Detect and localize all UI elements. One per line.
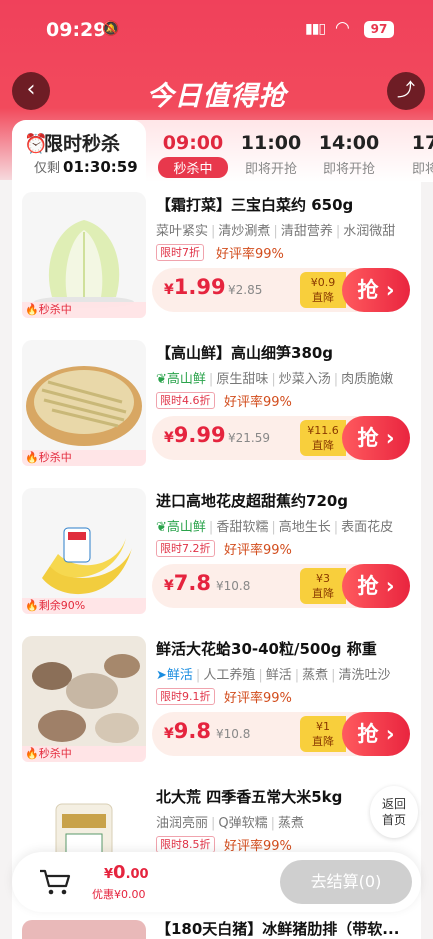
price: ¥9.99 <box>164 423 226 447</box>
flash-title: 限时秒杀 <box>44 133 121 155</box>
feature-tags: ❦高山鲜 | 香甜软糯 | 高地生长 | 表面花皮 <box>156 520 394 535</box>
grab-button[interactable]: 抢 › <box>342 268 410 312</box>
fish-icon: ➤ <box>156 668 167 683</box>
status-tag: 🔥秒杀中 <box>22 746 146 762</box>
product-title: 【霜打菜】三宝白菜约 650g <box>156 196 354 214</box>
product-image-banana <box>22 488 146 612</box>
battery-icon: 97 <box>364 21 394 38</box>
feature-tags: ➤鲜活 | 人工养殖 | 鲜活 | 蒸煮 | 清洗吐沙 <box>156 668 391 683</box>
product-title: 【180天白猪】冰鲜猪肋排（带软... <box>156 920 400 938</box>
status-tag: 🔥秒杀中 <box>22 450 146 466</box>
shopping-cart-icon[interactable] <box>38 866 72 896</box>
alarm-clock-icon: ⏰ <box>24 133 48 155</box>
status-time: 09:29 <box>46 19 107 41</box>
status-tag: 🔥秒杀中 <box>22 302 146 318</box>
buy-bar: ¥9.8 ¥10.8 ¥1 直降 抢 › <box>152 712 410 756</box>
leaf-icon: ❦ <box>156 372 167 387</box>
session-tab-1100[interactable]: 11:00 即将开抢 <box>234 132 308 177</box>
session-bar: ⏰限时秒杀 仅剩 01:30:59 09:00 秒杀中 11:00 即将开抢 14… <box>12 120 433 182</box>
remain-label: 仅剩 <box>34 161 61 176</box>
original-price: ¥10.8 <box>216 579 251 593</box>
price: ¥9.8 <box>164 719 211 743</box>
list-item[interactable]: 🔥秒杀中 【霜打菜】三宝白菜约 650g 菜叶紧实 | 清炒涮煮 | 清甜营养 | 水润微甜… <box>12 182 421 327</box>
cart-bar: ¥0.00 优惠¥0.00 去结算(0) <box>12 852 421 912</box>
product-image-ribs <box>22 920 146 939</box>
discount-badge: 限时7折 <box>156 244 204 261</box>
discount-badge: 限时8.5折 <box>156 836 215 853</box>
leaf-icon: ❦ <box>156 520 167 535</box>
wifi-icon: ◠ <box>335 18 350 38</box>
product-image-cabbage <box>22 192 146 316</box>
product-image-clams <box>22 636 146 760</box>
checkout-button[interactable]: 去结算(0) <box>280 860 412 904</box>
buy-bar: ¥9.99 ¥21.59 ¥11.6 直降 抢 › <box>152 416 410 460</box>
product-title: 鲜活大花蛤30-40粒/500g 称重 <box>156 640 377 658</box>
countdown-timer: 01:30:59 <box>63 158 138 176</box>
product-title: 进口高地花皮超甜蕉约720g <box>156 492 349 510</box>
price-drop-badge: ¥0.9 直降 <box>300 272 346 308</box>
rating-text: 好评率99% <box>224 543 292 558</box>
price: ¥1.99 <box>164 275 226 299</box>
list-item[interactable]: 🔥秒杀中 【高山鲜】高山细笋380g ❦高山鲜 | 原生甜味 | 炒菜入汤 | 肉质脆嫩 限… <box>12 330 421 475</box>
discount-badge: 限时9.1折 <box>156 688 215 705</box>
cart-total: ¥0.00 <box>104 862 149 883</box>
feature-tags: 菜叶紧实 | 清炒涮煮 | 清甜营养 | 水润微甜 <box>156 224 396 239</box>
list-item[interactable]: 🔥秒杀中 鲜活大花蛤30-40粒/500g 称重 ➤鲜活 | 人工养殖 | 鲜活 | 蒸煮 |… <box>12 626 421 771</box>
discount-badge: 限时7.2折 <box>156 540 215 557</box>
share-icon: ⤴ <box>397 80 415 101</box>
price-drop-badge: ¥11.6 直降 <box>300 420 346 456</box>
grab-button[interactable]: 抢 › <box>342 712 410 756</box>
rating-text: 好评率99% <box>224 395 292 410</box>
flash-sale-header: ⏰限时秒杀 仅剩 01:30:59 <box>12 120 146 182</box>
status-bar: 09:29 🔕 ▮▮▯ ◠ 97 <box>0 0 433 58</box>
original-price: ¥2.85 <box>228 283 263 297</box>
status-tag: 🔥剩余90% <box>22 598 146 614</box>
page-title: 今日值得抢 <box>146 81 287 112</box>
cart-saving: 优惠¥0.00 <box>92 888 146 901</box>
list-item[interactable]: 【180天白猪】冰鲜猪肋排（带软... <box>12 912 421 939</box>
list-item[interactable]: 🔥剩余90% 进口高地花皮超甜蕉约720g ❦高山鲜 | 香甜软糯 | 高地生长 | 表面花… <box>12 478 421 623</box>
price: ¥7.8 <box>164 571 211 595</box>
signal-icon: ▮▮▯ <box>305 21 326 37</box>
grab-button[interactable]: 抢 › <box>342 416 410 460</box>
session-tab-1700[interactable]: 17 即将 <box>388 132 433 177</box>
rating-text: 好评率99% <box>224 691 292 706</box>
product-title: 【高山鲜】高山细笋380g <box>156 344 334 362</box>
product-list: 🔥秒杀中 【霜打菜】三宝白菜约 650g 菜叶紧实 | 清炒涮煮 | 清甜营养 | 水润微甜… <box>12 182 421 939</box>
product-image-bamboo-shoots <box>22 340 146 464</box>
discount-badge: 限时4.6折 <box>156 392 215 409</box>
price-drop-badge: ¥1 直降 <box>300 716 346 752</box>
feature-tags: ❦高山鲜 | 原生甜味 | 炒菜入汤 | 肉质脆嫩 <box>156 372 394 387</box>
grab-button[interactable]: 抢 › <box>342 564 410 608</box>
back-to-top-button[interactable]: 返回 首页 <box>370 786 418 838</box>
session-tab-1400[interactable]: 14:00 即将开抢 <box>312 132 386 177</box>
original-price: ¥21.59 <box>228 431 270 445</box>
session-tab-0900[interactable]: 09:00 秒杀中 <box>156 132 230 178</box>
original-price: ¥10.8 <box>216 727 251 741</box>
buy-bar: ¥1.99 ¥2.85 ¥0.9 直降 抢 › <box>152 268 410 312</box>
share-button[interactable]: ⤴ <box>387 72 425 110</box>
buy-bar: ¥7.8 ¥10.8 ¥3 直降 抢 › <box>152 564 410 608</box>
mute-bell-icon: 🔕 <box>102 21 120 37</box>
rating-text: 好评率99% <box>216 247 284 262</box>
price-drop-badge: ¥3 直降 <box>300 568 346 604</box>
